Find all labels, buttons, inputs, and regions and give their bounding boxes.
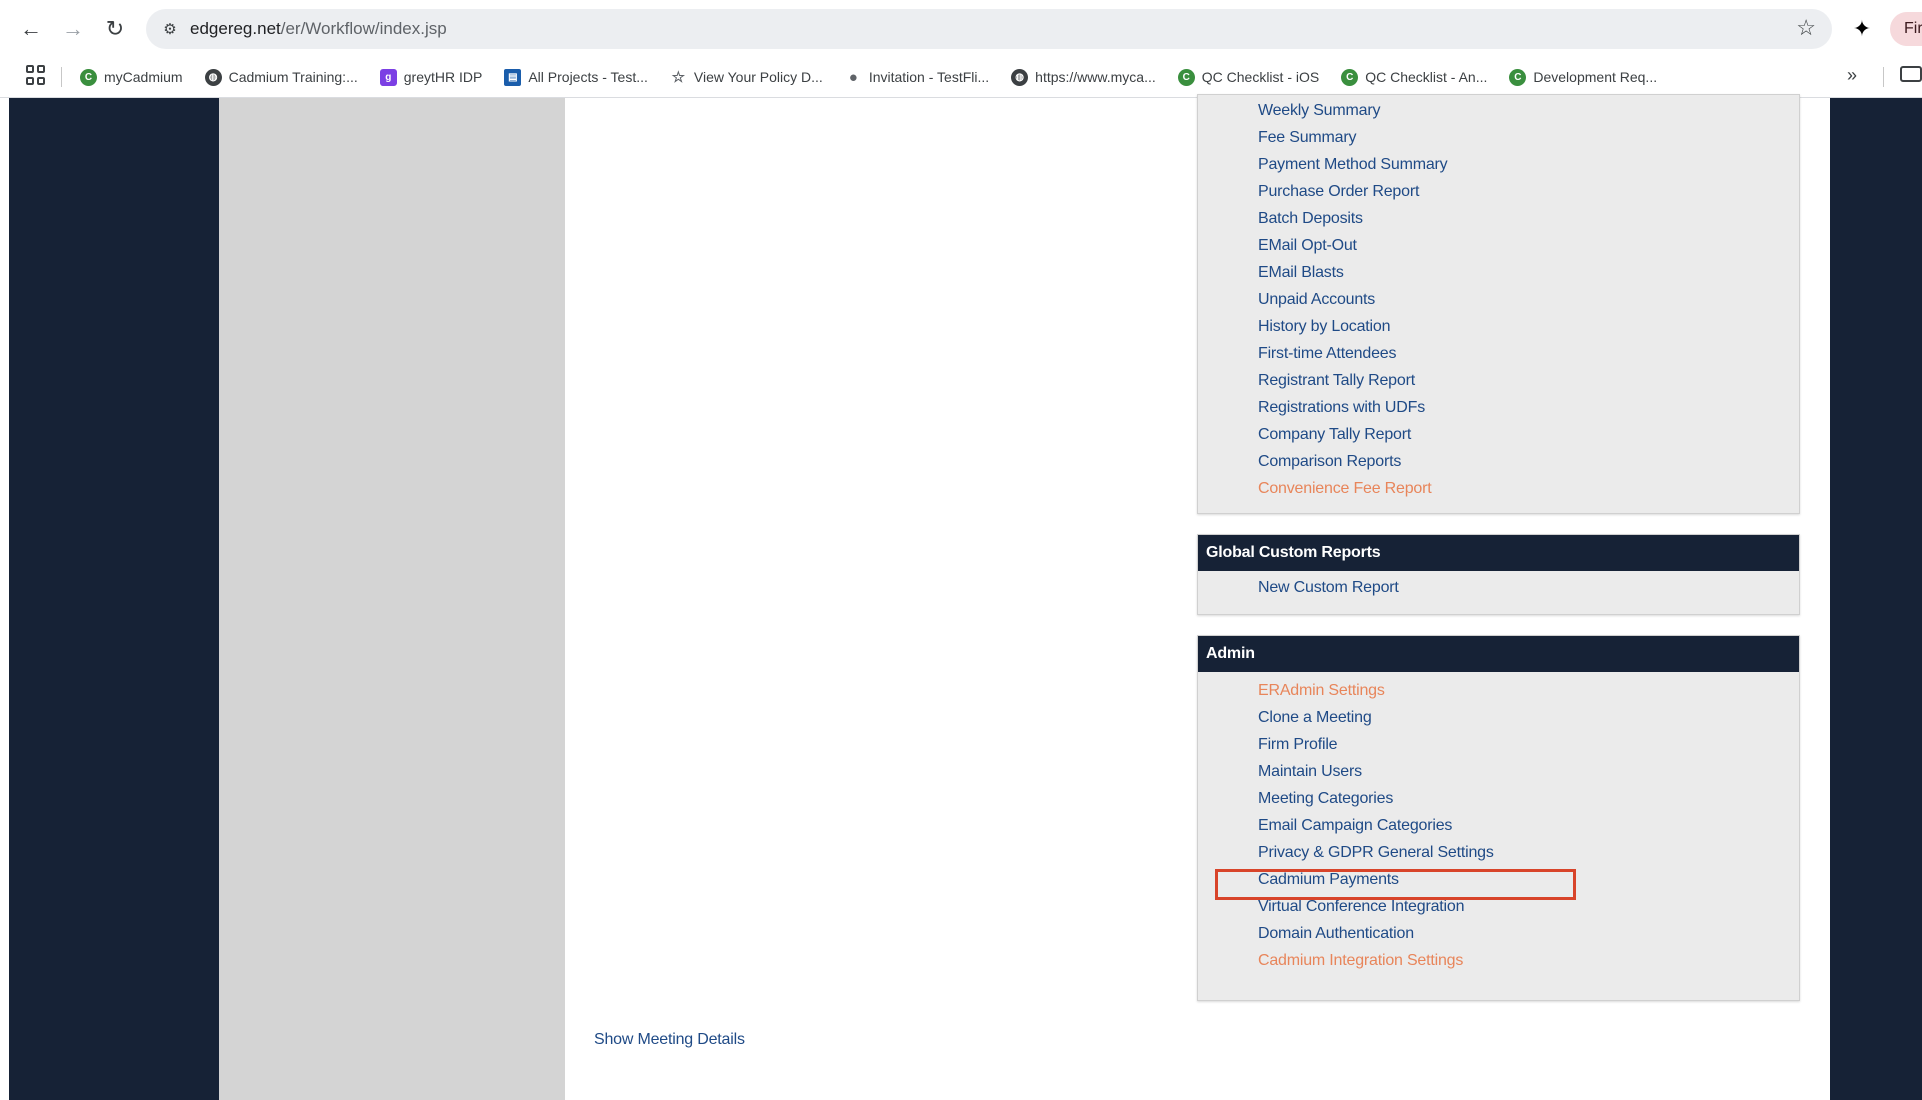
report-link-weekly-summary[interactable]: Weekly Summary: [1258, 102, 1380, 120]
bookmark-item[interactable]: ▤ All Projects - Test...: [504, 57, 648, 97]
more-bookmarks-icon[interactable]: »: [1847, 65, 1857, 86]
report-link-fee-summary[interactable]: Fee Summary: [1258, 129, 1356, 147]
bookmark-label: QC Checklist - iOS: [1201, 69, 1320, 85]
admin-link-eradmin-settings[interactable]: ERAdmin Settings: [1258, 682, 1385, 700]
apps-grid-icon[interactable]: [26, 65, 46, 85]
admin-link-clone-meeting[interactable]: Clone a Meeting: [1258, 709, 1372, 727]
left-margin: [9, 98, 219, 1100]
report-link-unpaid-accounts[interactable]: Unpaid Accounts: [1258, 291, 1375, 309]
back-arrow-icon[interactable]: ←: [16, 14, 46, 44]
bookmark-star-icon[interactable]: ☆: [1796, 15, 1816, 41]
greythr-icon: g: [379, 68, 397, 86]
report-link-batch-deposits[interactable]: Batch Deposits: [1258, 210, 1363, 228]
url-path: /er/Workflow/index.jsp: [280, 19, 447, 38]
admin-link-virtual-conference[interactable]: Virtual Conference Integration: [1258, 898, 1464, 916]
admin-link-cadmium-integration[interactable]: Cadmium Integration Settings: [1258, 952, 1463, 970]
bookmarks-divider: [1883, 67, 1884, 87]
bookmark-label: All Projects - Test...: [528, 69, 648, 85]
bookmark-item[interactable]: C QC Checklist - An...: [1341, 57, 1487, 97]
panel-title: Admin: [1198, 636, 1799, 672]
admin-link-cadmium-payments[interactable]: Cadmium Payments: [1258, 871, 1399, 889]
bookmarks-divider: [61, 67, 62, 87]
report-link-payment-method-summary[interactable]: Payment Method Summary: [1258, 156, 1448, 174]
new-custom-report-link[interactable]: New Custom Report: [1258, 579, 1399, 597]
bookmark-label: greytHR IDP: [403, 69, 483, 85]
bookmark-item[interactable]: ● Invitation - TestFli...: [845, 57, 989, 97]
show-meeting-details-link[interactable]: Show Meeting Details: [594, 1031, 745, 1049]
green-logo-icon: C: [1177, 68, 1195, 86]
left-sidebar: [219, 98, 565, 1100]
bookmark-item[interactable]: g greytHR IDP: [379, 57, 483, 97]
url-text[interactable]: edgereg.net/er/Workflow/index.jsp: [190, 19, 447, 39]
browser-toolbar: ← → ↻ ⚙ edgereg.net/er/Workflow/index.js…: [0, 0, 1922, 57]
bookmark-item[interactable]: ☆ View Your Policy D...: [670, 57, 823, 97]
report-link-company-tally[interactable]: Company Tally Report: [1258, 426, 1411, 444]
bookmark-item[interactable]: ◍ Cadmium Training:...: [204, 57, 358, 97]
report-link-first-time-attendees[interactable]: First-time Attendees: [1258, 345, 1396, 363]
admin-link-firm-profile[interactable]: Firm Profile: [1258, 736, 1338, 754]
reports-panel: Weekly Summary Fee Summary Payment Metho…: [1197, 94, 1800, 514]
admin-link-meeting-categories[interactable]: Meeting Categories: [1258, 790, 1393, 808]
green-logo-icon: C: [1509, 68, 1527, 86]
bookmark-item[interactable]: C QC Checklist - iOS: [1177, 57, 1320, 97]
right-margin: [1830, 98, 1922, 1100]
profile-button[interactable]: Fir: [1890, 12, 1922, 46]
report-link-registrant-tally[interactable]: Registrant Tally Report: [1258, 372, 1415, 390]
bookmark-label: https://www.myca...: [1035, 69, 1156, 85]
report-link-purchase-order-report[interactable]: Purchase Order Report: [1258, 183, 1419, 201]
apple-icon: ●: [848, 68, 858, 86]
green-logo-icon: C: [80, 68, 97, 86]
report-link-comparison-reports[interactable]: Comparison Reports: [1258, 453, 1401, 471]
admin-panel: Admin ERAdmin Settings Clone a Meeting F…: [1197, 635, 1800, 1001]
bookmark-item[interactable]: CmyCadmium: [80, 57, 183, 97]
report-link-email-blasts[interactable]: EMail Blasts: [1258, 264, 1344, 282]
globe-icon: ◍: [204, 68, 222, 86]
report-link-email-opt-out[interactable]: EMail Opt-Out: [1258, 237, 1357, 255]
admin-link-email-campaign-categories[interactable]: Email Campaign Categories: [1258, 817, 1452, 835]
report-link-registrations-udfs[interactable]: Registrations with UDFs: [1258, 399, 1425, 417]
green-logo-icon: C: [1341, 68, 1359, 86]
bookmark-item[interactable]: ◍ https://www.myca...: [1011, 57, 1156, 97]
admin-link-privacy-gdpr[interactable]: Privacy & GDPR General Settings: [1258, 844, 1494, 862]
bookmark-label: myCadmium: [104, 69, 183, 85]
bookmark-label: Invitation - TestFli...: [868, 69, 990, 85]
forward-arrow-icon[interactable]: →: [58, 14, 88, 44]
bookmark-label: Development Req...: [1533, 69, 1658, 85]
admin-link-maintain-users[interactable]: Maintain Users: [1258, 763, 1362, 781]
project-icon: ▤: [504, 68, 522, 86]
report-link-convenience-fee[interactable]: Convenience Fee Report: [1258, 480, 1432, 498]
global-custom-reports-panel: Global Custom Reports New Custom Report: [1197, 534, 1800, 615]
globe-icon: ◍: [1011, 68, 1029, 86]
bookmark-label: QC Checklist - An...: [1365, 69, 1488, 85]
bookmark-item[interactable]: C Development Req...: [1509, 57, 1657, 97]
report-link-history-by-location[interactable]: History by Location: [1258, 318, 1390, 336]
bookmark-label: Cadmium Training:...: [228, 69, 358, 85]
bookmarks-bar: CmyCadmium ◍ Cadmium Training:... g greytH…: [0, 57, 1922, 98]
admin-link-domain-authentication[interactable]: Domain Authentication: [1258, 925, 1414, 943]
web-page: Weekly Summary Fee Summary Payment Metho…: [0, 94, 1922, 1100]
folder-icon[interactable]: [1900, 66, 1922, 82]
bookmark-label: View Your Policy D...: [693, 69, 823, 85]
site-settings-icon[interactable]: ⚙: [158, 17, 182, 41]
url-host: edgereg.net: [190, 19, 281, 38]
panel-title: Global Custom Reports: [1198, 535, 1799, 571]
reload-icon[interactable]: ↻: [100, 14, 130, 44]
bookmark-list: CmyCadmium ◍ Cadmium Training:... g greytH…: [80, 57, 1679, 97]
cursor-icon: ☆: [671, 69, 686, 86]
address-bar[interactable]: ⚙ edgereg.net/er/Workflow/index.jsp ☆: [146, 9, 1832, 49]
extension-icon[interactable]: ✦: [1848, 15, 1876, 43]
